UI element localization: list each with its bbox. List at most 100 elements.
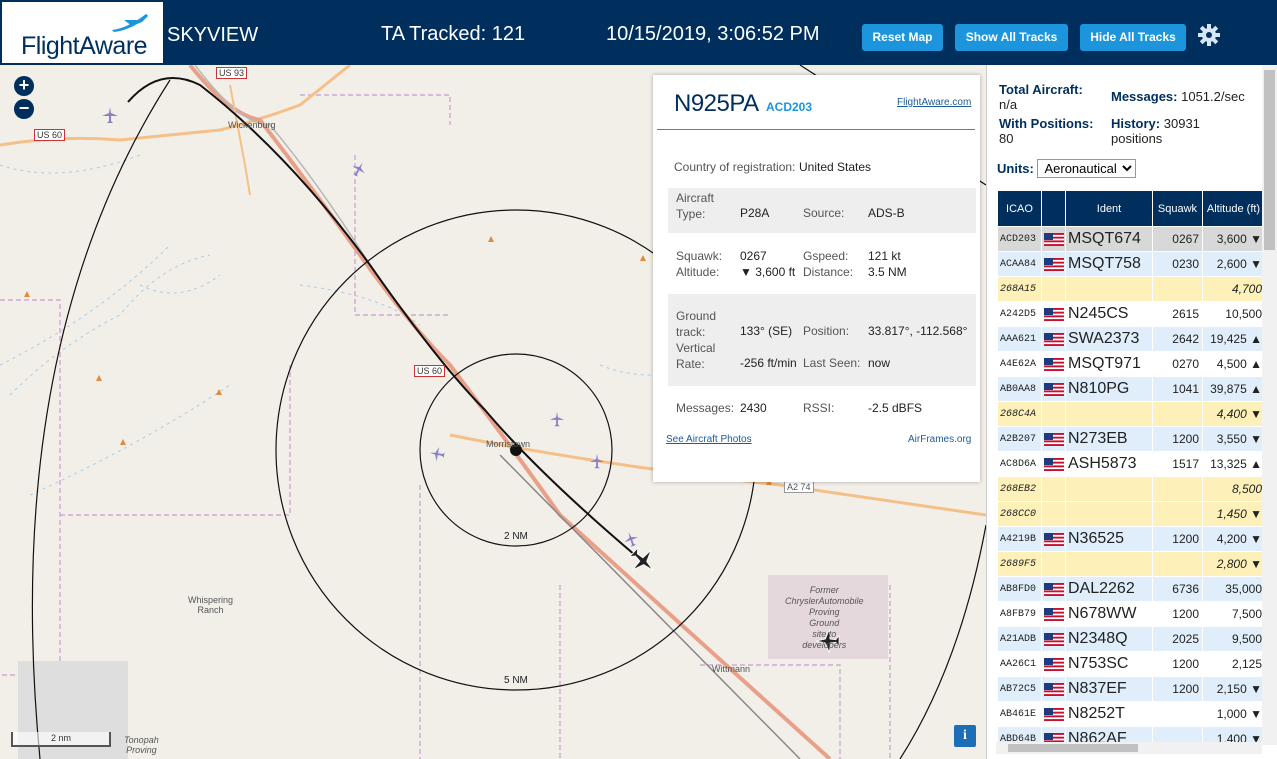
table-row[interactable]: AB8FD0 DAL2262 6736 35,000	[997, 576, 1264, 602]
with-positions-stat: With Positions: 80	[999, 116, 1094, 146]
column-header-icao[interactable]: ICAO	[997, 190, 1042, 227]
row-flag	[1041, 326, 1066, 352]
reset-map-button[interactable]: Reset Map	[862, 24, 943, 51]
skyview-app: FlightAware SKYVIEW TA Tracked: 121 10/1…	[0, 0, 1277, 759]
info-button[interactable]: i	[954, 725, 976, 747]
row-squawk: 0270	[1152, 351, 1203, 377]
last-seen-value: now	[868, 356, 891, 370]
table-row[interactable]: ACD203 MSQT674 0267 3,600 ▼	[997, 226, 1264, 252]
row-icao: A242D5	[997, 301, 1042, 327]
row-squawk: 1041	[1152, 376, 1203, 402]
us-flag-icon	[1044, 383, 1064, 397]
position-value: 33.817°, -112.568°	[868, 324, 968, 338]
map-label-tonopah: Tonopah Proving	[124, 735, 159, 755]
aircraft-marker[interactable]	[588, 452, 606, 470]
row-flag	[1041, 501, 1066, 527]
sidebar-panel: Total Aircraft: n/a Messages: 1051.2/sec…	[986, 65, 1277, 759]
table-row[interactable]: AA26C1 N753SC 1200 2,125	[997, 651, 1264, 677]
row-icao: 268EB2	[997, 476, 1042, 502]
row-flag	[1041, 426, 1066, 452]
logo-text: FlightAware	[21, 32, 148, 60]
messages-label: Messages:	[676, 401, 735, 415]
popup-country-row: Country of registration: United States	[668, 160, 976, 174]
row-squawk: 2615	[1152, 301, 1203, 327]
show-all-tracks-button[interactable]: Show All Tracks	[955, 24, 1068, 51]
airframes-link[interactable]: AirFrames.org	[908, 434, 971, 445]
current-datetime: 10/15/2019, 3:06:52 PM	[606, 23, 820, 45]
row-icao: 2689F5	[997, 551, 1042, 577]
history-stat: History: 30931 positions	[1111, 116, 1200, 146]
table-row[interactable]: ABD64B N862AF 1,400 ▼	[997, 726, 1264, 742]
map-label-us93: US 93	[216, 67, 248, 79]
table-row[interactable]: A21ADB N2348Q 2025 9,500	[997, 626, 1264, 652]
zoom-in-button[interactable]: +	[14, 76, 34, 96]
history-value: 30931	[1163, 116, 1200, 131]
zoom-out-button[interactable]: −	[14, 99, 34, 119]
table-row[interactable]: 268EB2 8,500	[997, 476, 1264, 502]
horizontal-scrollbar-thumb[interactable]	[1008, 744, 1138, 752]
scale-bar: 2 nm	[11, 732, 111, 747]
column-header-ident[interactable]: Ident	[1065, 190, 1153, 227]
popup-icao: ACD203	[766, 100, 813, 114]
row-ident: N245CS	[1065, 301, 1153, 327]
gear-icon[interactable]	[1197, 23, 1221, 47]
gspeed-value: 121 kt	[868, 249, 901, 263]
row-altitude: 39,875 ▲	[1202, 376, 1264, 402]
aircraft-marker[interactable]	[100, 105, 120, 125]
distance-label: Distance:	[803, 265, 854, 279]
us-flag-icon	[1044, 233, 1064, 247]
us-flag-icon	[1044, 308, 1064, 322]
table-row[interactable]: AB461E N8252T 1,000 ▼	[997, 701, 1264, 727]
row-squawk	[1152, 476, 1203, 502]
table-row[interactable]: 2689F5 2,800 ▼	[997, 551, 1264, 577]
table-row[interactable]: A242D5 N245CS 2615 10,500	[997, 301, 1264, 327]
row-flag	[1041, 551, 1066, 577]
table-row[interactable]: A2B207 N273EB 1200 3,550 ▼	[997, 426, 1264, 452]
table-row[interactable]: 268C4A 4,400 ▼	[997, 401, 1264, 427]
aircraft-marker[interactable]	[548, 410, 566, 428]
squawk-label: Squawk:	[676, 249, 723, 263]
table-row[interactable]: ACAA84 MSQT758 0230 2,600 ▼	[997, 251, 1264, 277]
us-flag-icon	[1044, 608, 1064, 622]
table-row[interactable]: AB72C5 N837EF 1200 2,150 ▼	[997, 676, 1264, 702]
table-row[interactable]: 268CC0 1,450 ▼	[997, 501, 1264, 527]
aircraft-marker[interactable]	[428, 445, 446, 463]
flightaware-logo[interactable]: FlightAware	[2, 2, 163, 63]
row-flag	[1041, 401, 1066, 427]
table-row[interactable]: AC8D6A ASH5873 1517 13,325 ▲	[997, 451, 1264, 477]
vertical-scrollbar[interactable]	[1262, 65, 1277, 745]
horizontal-scrollbar[interactable]	[996, 742, 1262, 754]
map-label-whispering-ranch: Whispering Ranch	[188, 595, 234, 615]
table-row[interactable]: A8FB79 N678WW 1200 7,500	[997, 601, 1264, 627]
popup-registration: N925PA	[674, 90, 759, 117]
vertical-scrollbar-thumb[interactable]	[1264, 70, 1275, 250]
table-row[interactable]: AB0AA8 N810PG 1041 39,875 ▲	[997, 376, 1264, 402]
table-row[interactable]: 268A15 4,700	[997, 276, 1264, 302]
gspeed-label: Gspeed:	[803, 249, 849, 263]
column-header-altitude[interactable]: Altitude (ft)	[1202, 190, 1264, 227]
table-row[interactable]: A4E62A MSQT971 0270 4,500 ▲	[997, 351, 1264, 377]
hide-all-tracks-button[interactable]: Hide All Tracks	[1080, 24, 1186, 51]
rssi-label: RSSI:	[803, 401, 835, 415]
row-ident: N273EB	[1065, 426, 1153, 452]
units-select[interactable]: Aeronautical	[1037, 159, 1137, 178]
selected-aircraft-marker[interactable]	[628, 546, 658, 576]
row-ident: DAL2262	[1065, 576, 1153, 602]
us-flag-icon	[1044, 433, 1064, 447]
column-header-squawk[interactable]: Squawk	[1152, 190, 1203, 227]
units-control: Units: Aeronautical	[997, 159, 1137, 178]
row-flag	[1041, 726, 1066, 742]
table-row[interactable]: A4219B N36525 1200 4,200 ▼	[997, 526, 1264, 552]
column-header-flag[interactable]	[1041, 190, 1066, 227]
distance-value: 3.5 NM	[868, 265, 907, 279]
squawk-value: 0267	[740, 249, 767, 263]
row-flag	[1041, 451, 1066, 477]
see-aircraft-photos-link[interactable]: See Aircraft Photos	[666, 434, 752, 445]
row-flag	[1041, 376, 1066, 402]
table-row[interactable]: AAA621 SWA2373 2642 19,425 ▲	[997, 326, 1264, 352]
aircraft-table-container[interactable]: ICAO Ident Squawk Altitude (ft) ACD203 MS…	[997, 190, 1264, 742]
flightaware-link[interactable]: FlightAware.com	[897, 97, 971, 108]
row-altitude: 2,800 ▼	[1202, 551, 1264, 577]
map-label-wittmann: Wittmann	[712, 664, 751, 674]
aircraft-marker[interactable]	[350, 160, 368, 178]
